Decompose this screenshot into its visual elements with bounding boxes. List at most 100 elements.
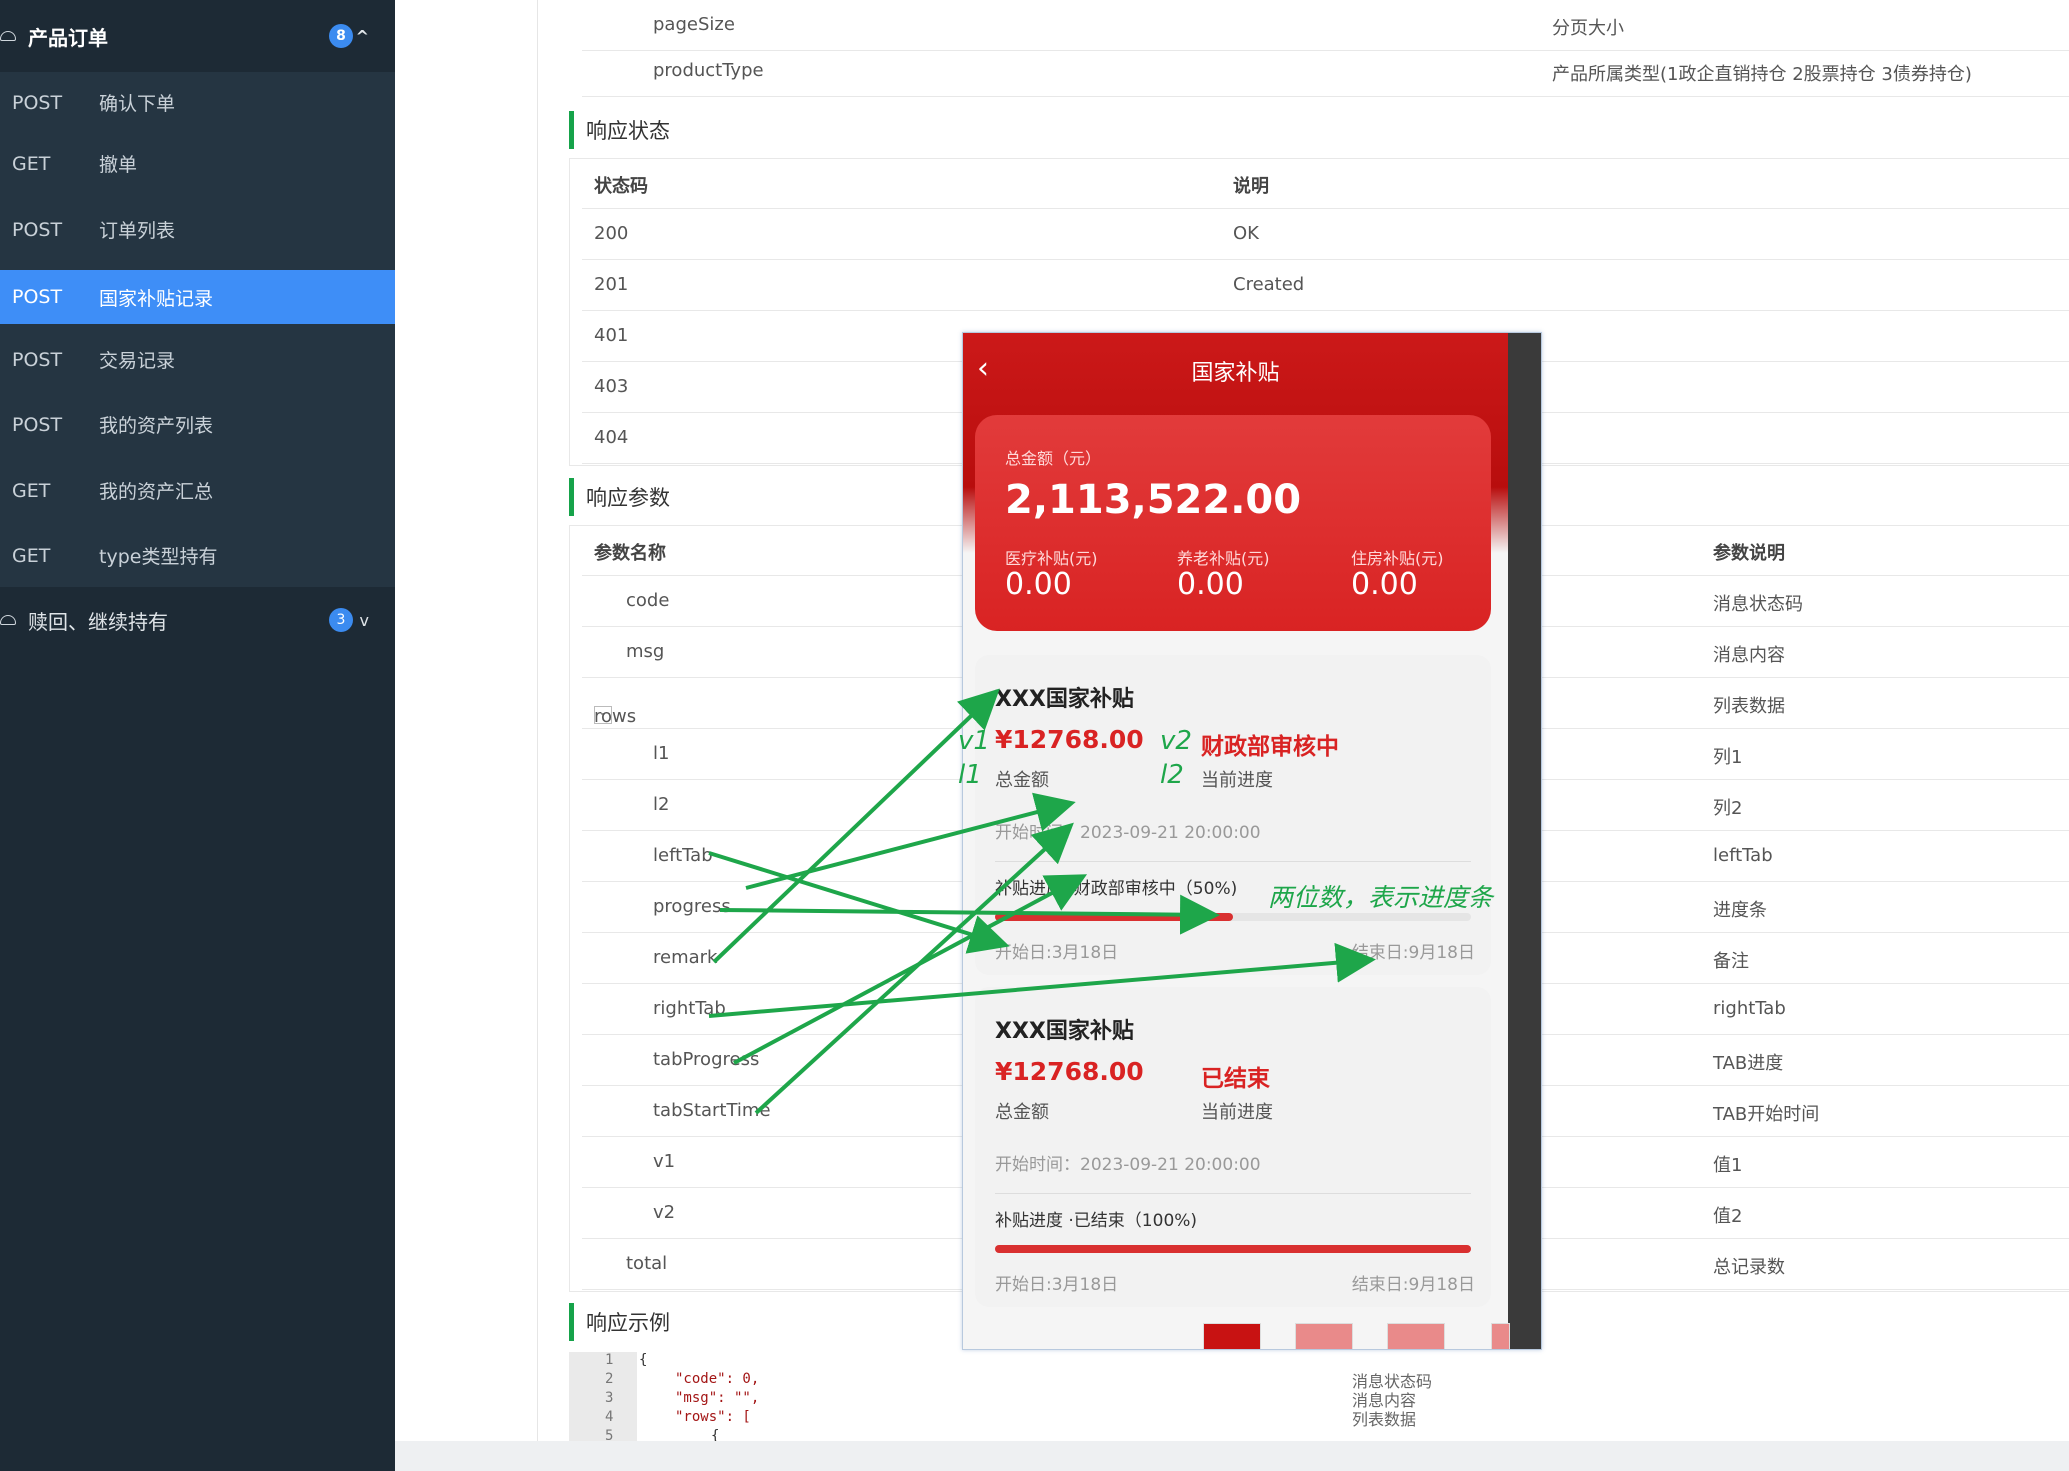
http-method: POST <box>12 91 63 114</box>
end-day: 结束日:9月18日 <box>1351 1275 1475 1295</box>
sidebar-group-redeem[interactable]: 赎回、继续持有 3 v <box>0 584 395 656</box>
card-title: XXX国家补贴 <box>995 1019 1134 1044</box>
param-name: tabStartTime <box>653 1100 771 1121</box>
param-name: pageSize <box>653 14 735 35</box>
line-number: 1 <box>605 1352 614 1368</box>
annotation-label: v1 <box>958 726 990 756</box>
param-name: l2 <box>653 794 670 815</box>
sidebar-item-subsidy-records[interactable]: POST 国家补贴记录 <box>0 270 395 324</box>
annotation-label: v2 <box>1160 726 1192 756</box>
code-line: { <box>711 1428 720 1441</box>
line-number: 2 <box>605 1371 614 1387</box>
thumbnail[interactable] <box>1203 1323 1261 1349</box>
chevron-up-icon[interactable]: ^ <box>356 27 369 46</box>
sidebar-item-asset-summary[interactable]: GET 我的资产汇总 <box>0 460 395 521</box>
start-day: 开始日:3月18日 <box>995 1275 1119 1295</box>
sidebar-item-label: 国家补贴记录 <box>99 287 214 310</box>
sidebar-item-my-assets[interactable]: POST 我的资产列表 <box>0 394 395 455</box>
note-line: 消息内容 <box>1352 1391 1417 1410</box>
param-name: rightTab <box>653 998 726 1019</box>
card-status: 财政部审核中 <box>1201 734 1339 760</box>
sidebar: 产品订单 8 ^ POST 确认下单 GET 撤单 POST 订单列表 POST 国家补… <box>0 0 395 1471</box>
footer-bar <box>395 1441 2069 1471</box>
param-name: msg <box>626 641 665 662</box>
param-name: productType <box>653 60 764 81</box>
sidebar-item-label: type类型持有 <box>99 546 218 568</box>
start-time: 开始时间：2023-09-21 20:00:00 <box>995 823 1261 843</box>
total-amount: 2,113,522.00 <box>1005 477 1302 523</box>
subsidy-card[interactable]: XXX国家补贴 ¥12768.00 已结束 总金额 当前进度 开始时间：2023… <box>975 987 1491 1307</box>
param-desc: 列表数据 <box>1713 696 1785 717</box>
param-desc: 产品所属类型(1政企直销持仓 2股票持仓 3债券持仓) <box>1552 64 1972 85</box>
subsidy-card[interactable]: XXX国家补贴 ¥12768.00 财政部审核中 总金额 当前进度 开始时间：2… <box>975 655 1491 975</box>
status-code: 200 <box>594 223 629 244</box>
annotation-label: l2 <box>1160 760 1184 790</box>
param-desc: TAB开始时间 <box>1713 1104 1820 1125</box>
col-header-desc: 说明 <box>1233 176 1269 197</box>
annotation-note: 两位数，表示进度条 <box>1268 883 1494 912</box>
param-name: total <box>626 1253 668 1274</box>
table-row: 201 Created <box>582 260 2069 311</box>
param-desc: 消息内容 <box>1713 645 1785 666</box>
param-row: pageSize 分页大小 <box>582 0 2069 51</box>
card-amount: ¥12768.00 <box>995 1057 1144 1086</box>
progress-bar <box>995 1245 1471 1253</box>
param-name: tabProgress <box>653 1049 760 1070</box>
thumbnail[interactable] <box>1295 1323 1353 1349</box>
progress-label: 补贴进度 ·财政部审核中（50%) <box>995 879 1238 899</box>
http-method: GET <box>12 479 51 502</box>
cloud-icon <box>0 31 16 41</box>
subsidy-value: 0.00 <box>1177 567 1244 602</box>
line-number: 3 <box>605 1390 614 1406</box>
http-method: POST <box>12 218 63 241</box>
param-desc: 值2 <box>1713 1206 1743 1227</box>
divider <box>995 861 1471 862</box>
param-desc: 进度条 <box>1713 900 1767 921</box>
param-name: l1 <box>653 743 670 764</box>
sidebar-item-confirm-order[interactable]: POST 确认下单 <box>0 72 395 133</box>
param-desc: TAB进度 <box>1713 1053 1784 1074</box>
divider <box>995 1193 1471 1194</box>
thumbnail[interactable] <box>1387 1323 1445 1349</box>
subsidy-label: 医疗补贴(元) <box>1005 549 1098 568</box>
thumbnail[interactable] <box>1491 1323 1510 1349</box>
phone-edge <box>1508 333 1541 1349</box>
sidebar-item-order-list[interactable]: POST 订单列表 <box>0 199 395 260</box>
param-desc: 列2 <box>1713 798 1743 819</box>
chevron-down-icon[interactable]: v <box>360 611 369 630</box>
divider <box>537 0 538 1441</box>
param-name: rows <box>594 706 637 727</box>
sidebar-item-type-holdings[interactable]: GET type类型持有 <box>0 525 395 586</box>
sidebar-item-label: 确认下单 <box>99 93 176 115</box>
start-day: 开始日:3月18日 <box>995 943 1119 963</box>
status-label: 当前进度 <box>1201 770 1273 791</box>
param-name: code <box>626 590 670 611</box>
status-desc: OK <box>1233 223 1259 244</box>
code-line: "msg": "", <box>675 1390 760 1406</box>
example-notes: 消息状态码 消息内容 列表数据 <box>1352 1372 1432 1429</box>
param-desc: 总记录数 <box>1713 1257 1785 1278</box>
status-code: 201 <box>594 274 629 295</box>
sidebar-group-product-orders[interactable]: 产品订单 8 ^ <box>0 0 395 72</box>
col-header-code: 状态码 <box>594 176 648 197</box>
phone-mockup: ‹ 国家补贴 总金额（元） 2,113,522.00 医疗补贴(元) 养老补贴(… <box>962 332 1542 1350</box>
sidebar-item-label: 撤单 <box>99 154 138 176</box>
http-method: POST <box>12 413 63 436</box>
col-header-name: 参数名称 <box>594 543 666 564</box>
sidebar-item-label: 交易记录 <box>99 350 176 372</box>
code-editor[interactable]: 1 2 3 4 5 { "code": 0, "msg": "", "rows"… <box>569 1352 1069 1441</box>
summary-card: 总金额（元） 2,113,522.00 医疗补贴(元) 养老补贴(元) 住房补贴… <box>975 415 1491 631</box>
sidebar-item-cancel-order[interactable]: GET 撤单 <box>0 133 395 194</box>
amount-label: 总金额 <box>995 1102 1049 1123</box>
sidebar-item-label: 我的资产列表 <box>99 415 214 437</box>
param-desc: rightTab <box>1713 998 1786 1019</box>
param-desc: 值1 <box>1713 1155 1743 1176</box>
line-number: 4 <box>605 1409 614 1425</box>
card-title: XXX国家补贴 <box>995 687 1134 712</box>
sidebar-item-trade-records[interactable]: POST 交易记录 <box>0 329 395 390</box>
note-line: 列表数据 <box>1352 1410 1417 1429</box>
param-desc: leftTab <box>1713 845 1773 866</box>
table-row: 200 OK <box>582 209 2069 260</box>
http-method: GET <box>12 152 51 175</box>
card-status: 已结束 <box>1201 1066 1270 1092</box>
